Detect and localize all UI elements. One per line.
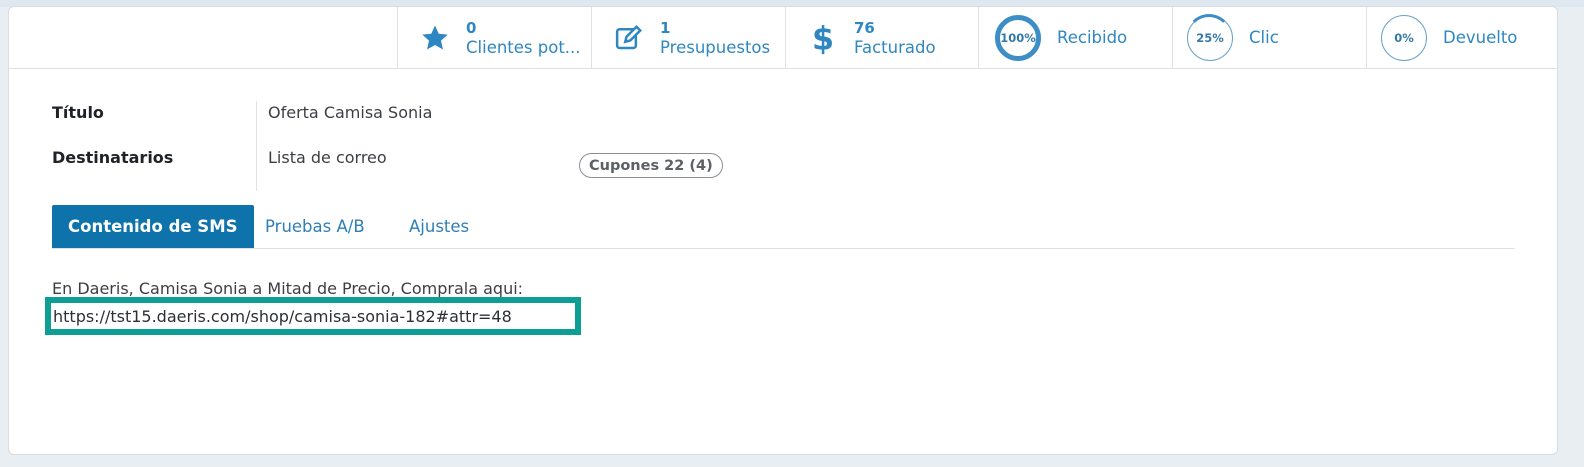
- smart-button-box: 0 Clientes pot... 1 Presupuestos $ 76 Fa…: [9, 7, 1557, 69]
- received-rate-button[interactable]: 100% Recibido: [978, 7, 1172, 68]
- clicked-rate-button[interactable]: 25% Clic: [1172, 7, 1366, 68]
- clicked-pie: 25%: [1187, 14, 1233, 61]
- form-sheet: 0 Clientes pot... 1 Presupuestos $ 76 Fa…: [8, 6, 1558, 455]
- recipients-field[interactable]: Lista de correo: [268, 148, 387, 167]
- field-separator: [256, 101, 257, 191]
- tab-settings[interactable]: Ajustes: [393, 205, 485, 248]
- quotations-button[interactable]: 1 Presupuestos: [591, 7, 785, 68]
- mailing-list-badge[interactable]: Cupones 22 (4): [579, 153, 723, 178]
- leads-label: Clientes pot...: [466, 37, 581, 57]
- quotations-count: 1: [660, 18, 671, 37]
- received-pie: 100%: [995, 14, 1041, 61]
- notebook-tabs: Contenido de SMS Pruebas A/B Ajustes: [52, 205, 1515, 249]
- edit-icon: [606, 15, 652, 61]
- leads-count: 0: [466, 18, 477, 37]
- bounced-label: Devuelto: [1443, 28, 1518, 47]
- clicked-label: Clic: [1249, 28, 1279, 47]
- tab-ab-tests[interactable]: Pruebas A/B: [249, 205, 381, 248]
- bounced-rate-button[interactable]: 0% Devuelto: [1366, 7, 1557, 68]
- invoiced-button[interactable]: $ 76 Facturado: [785, 7, 979, 68]
- quotations-label: Presupuestos: [660, 37, 771, 57]
- sms-link[interactable]: https://tst15.daeris.com/shop/camisa-son…: [45, 297, 581, 335]
- bounced-pie: 0%: [1381, 14, 1427, 61]
- invoiced-label: Facturado: [854, 37, 936, 57]
- tab-sms-content[interactable]: Contenido de SMS: [52, 205, 254, 248]
- star-icon: [412, 15, 458, 61]
- title-field[interactable]: Oferta Camisa Sonia: [268, 103, 432, 122]
- dollar-icon: $: [800, 15, 846, 61]
- leads-button[interactable]: 0 Clientes pot...: [397, 7, 591, 68]
- received-label: Recibido: [1057, 28, 1128, 47]
- title-label: Título: [52, 103, 104, 122]
- recipients-label: Destinatarios: [52, 148, 174, 167]
- invoiced-amount: 76: [854, 18, 875, 37]
- svg-text:$: $: [812, 21, 834, 55]
